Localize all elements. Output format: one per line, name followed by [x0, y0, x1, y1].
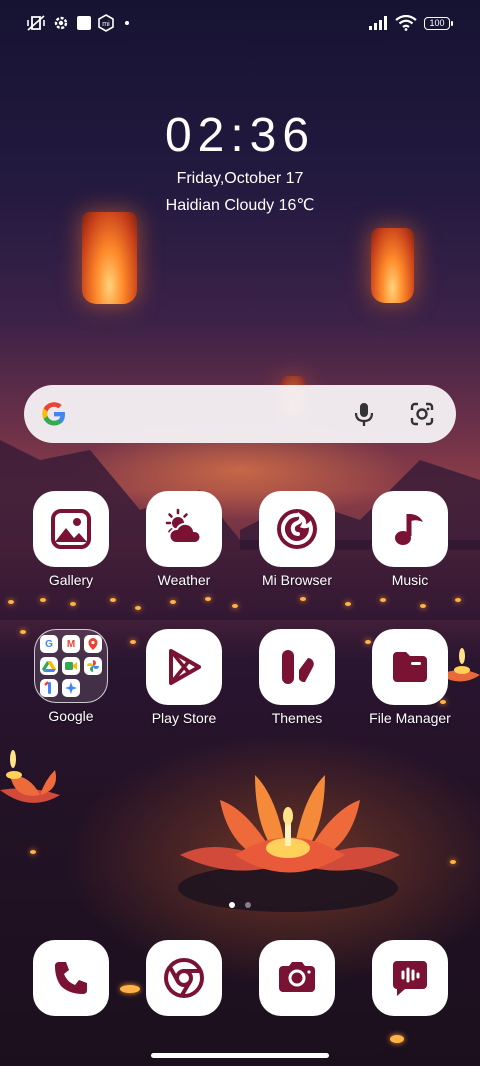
microphone-icon[interactable] — [350, 400, 378, 428]
lotus-flower-small — [0, 750, 60, 803]
dock-phone[interactable] — [16, 940, 126, 1016]
messages-icon — [372, 940, 448, 1016]
google-one-icon — [40, 679, 58, 697]
chrome-icon — [146, 940, 222, 1016]
app-gallery[interactable]: Gallery — [16, 491, 126, 588]
file-manager-icon — [372, 629, 448, 705]
google-search-bar[interactable] — [24, 385, 456, 443]
play-store-icon — [146, 629, 222, 705]
dock-chrome[interactable] — [129, 940, 239, 1016]
app-file-manager[interactable]: File Manager — [355, 629, 465, 726]
app-label: Themes — [271, 710, 323, 726]
settings-gear-icon — [52, 14, 70, 32]
signal-icon — [368, 14, 390, 32]
app-themes[interactable]: Themes — [242, 629, 352, 726]
maps-icon — [84, 635, 102, 653]
floating-lantern — [82, 212, 137, 304]
clock-time[interactable]: 02:36 — [0, 108, 480, 163]
page-dot-active — [229, 902, 235, 908]
meet-icon — [62, 657, 80, 675]
mi-browser-icon — [259, 491, 335, 567]
weather-icon — [146, 491, 222, 567]
floating-lantern — [371, 228, 414, 303]
mi-icon: mi — [97, 14, 115, 32]
google-lens-icon[interactable] — [408, 400, 436, 428]
page-indicator — [0, 902, 480, 910]
gallery-icon — [33, 491, 109, 567]
phone-icon — [33, 940, 109, 1016]
app-label: Play Store — [151, 710, 217, 726]
app-music[interactable]: Music — [355, 491, 465, 588]
app-play-store[interactable]: Play Store — [129, 629, 239, 726]
app-label: File Manager — [369, 710, 451, 726]
music-note-icon — [372, 491, 448, 567]
weather-text[interactable]: Haidian Cloudy 16℃ — [0, 195, 480, 215]
battery-icon: 100 — [424, 17, 453, 30]
app-label: Mi Browser — [261, 572, 332, 588]
status-bar: mi 100 — [0, 10, 480, 36]
vibrate-icon — [26, 14, 46, 32]
assistant-icon — [62, 679, 80, 697]
home-gesture-bar[interactable] — [151, 1053, 329, 1058]
dot-icon — [124, 14, 130, 32]
app-label: Weather — [157, 572, 211, 588]
dock-messages[interactable] — [355, 940, 465, 1016]
gmail-google-icon: G — [40, 635, 58, 653]
date-text[interactable]: Friday,October 17 — [0, 170, 480, 188]
drive-icon — [40, 657, 58, 675]
app-folder-google[interactable]: G M Google — [16, 629, 126, 724]
app-mi-browser[interactable]: Mi Browser — [242, 491, 352, 588]
svg-text:mi: mi — [102, 21, 110, 28]
photos-icon — [84, 657, 102, 675]
square-notification-icon — [76, 14, 92, 32]
camera-icon — [259, 940, 335, 1016]
dock-camera[interactable] — [242, 940, 352, 1016]
app-label: Google — [48, 708, 94, 724]
app-weather[interactable]: Weather — [129, 491, 239, 588]
folder-icon: G M — [34, 629, 108, 703]
app-label: Gallery — [48, 572, 94, 588]
google-g-icon — [42, 402, 65, 426]
gmail-icon: M — [62, 635, 80, 653]
page-dot — [245, 902, 251, 908]
wifi-icon — [395, 14, 417, 32]
app-label: Music — [391, 572, 429, 588]
themes-icon — [259, 629, 335, 705]
